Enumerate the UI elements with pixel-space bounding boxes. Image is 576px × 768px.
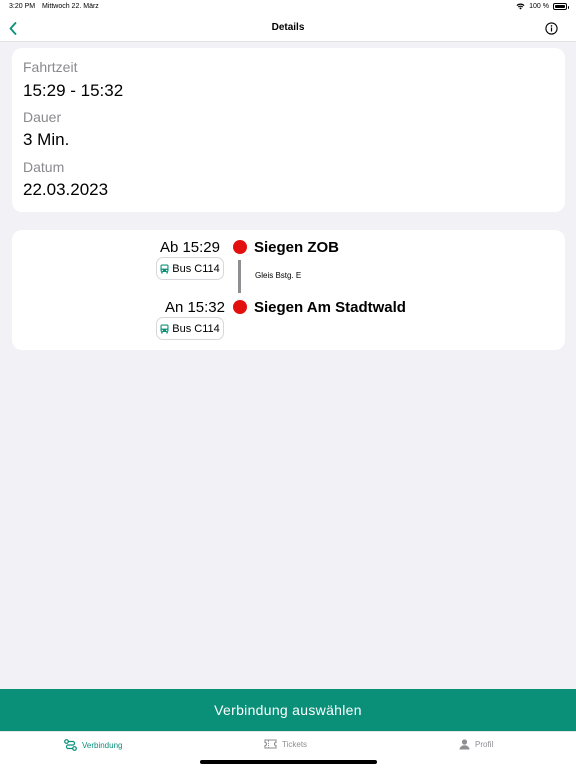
info-button[interactable] — [545, 22, 558, 35]
arrival-mode-chip[interactable]: Bus C114 — [156, 317, 224, 340]
arrival-mode-label: Bus C114 — [172, 322, 220, 335]
departure-time: Ab 15:29 — [159, 239, 220, 256]
tab-profil-label: Profil — [475, 740, 494, 749]
status-right: 100 % — [516, 3, 569, 10]
journey-card: Ab 15:29 Bus C114 Siegen ZOB Gleis Bstg.… — [12, 230, 565, 350]
status-time: 3:20 PM — [9, 3, 36, 10]
ticket-icon — [264, 739, 277, 749]
arrival-stop-name: Siegen Am Stadtwald — [254, 299, 406, 316]
dauer-value: 3 Min. — [23, 130, 70, 149]
tab-profil[interactable]: Profil — [459, 739, 493, 750]
tab-verbindung[interactable]: Verbindung — [64, 739, 122, 751]
departure-mode-label: Bus C114 — [172, 262, 220, 275]
dauer-label: Dauer — [23, 109, 62, 125]
departure-mode-chip[interactable]: Bus C114 — [156, 257, 224, 280]
fahrtzeit-label: Fahrtzeit — [23, 59, 78, 75]
tab-tickets[interactable]: Tickets — [264, 739, 307, 749]
route-line — [238, 260, 241, 293]
battery-icon — [553, 3, 569, 10]
status-date: Mittwoch 22. März — [42, 3, 99, 10]
datum-value: 22.03.2023 — [23, 180, 109, 199]
home-indicator — [200, 760, 377, 764]
wifi-icon — [516, 3, 525, 10]
trip-info-card: Fahrtzeit 15:29 - 15:32 Dauer 3 Min. Dat… — [12, 48, 565, 212]
battery-percent: 100 % — [529, 3, 549, 10]
person-icon — [459, 739, 470, 750]
tab-verbindung-label: Verbindung — [82, 740, 123, 750]
info-icon — [545, 22, 558, 35]
fahrtzeit-value: 15:29 - 15:32 — [23, 81, 124, 100]
select-connection-button[interactable]: Verbindung auswählen — [0, 689, 576, 731]
departure-stop-dot — [233, 240, 247, 254]
tab-tickets-label: Tickets — [282, 739, 308, 749]
arrival-time: An 15:32 — [164, 299, 225, 316]
departure-stop-name: Siegen ZOB — [254, 239, 340, 256]
bus-icon — [160, 324, 169, 333]
status-bar: 3:20 PM Mittwoch 22. März 100 % — [0, 0, 576, 14]
datum-label: Datum — [23, 159, 65, 175]
page-title: Details — [271, 22, 305, 33]
departure-platform: Gleis Bstg. E — [255, 271, 302, 280]
arrival-stop-dot — [233, 300, 247, 314]
route-icon — [64, 739, 77, 751]
bus-icon — [160, 264, 169, 273]
nav-bar: Details — [0, 14, 576, 42]
